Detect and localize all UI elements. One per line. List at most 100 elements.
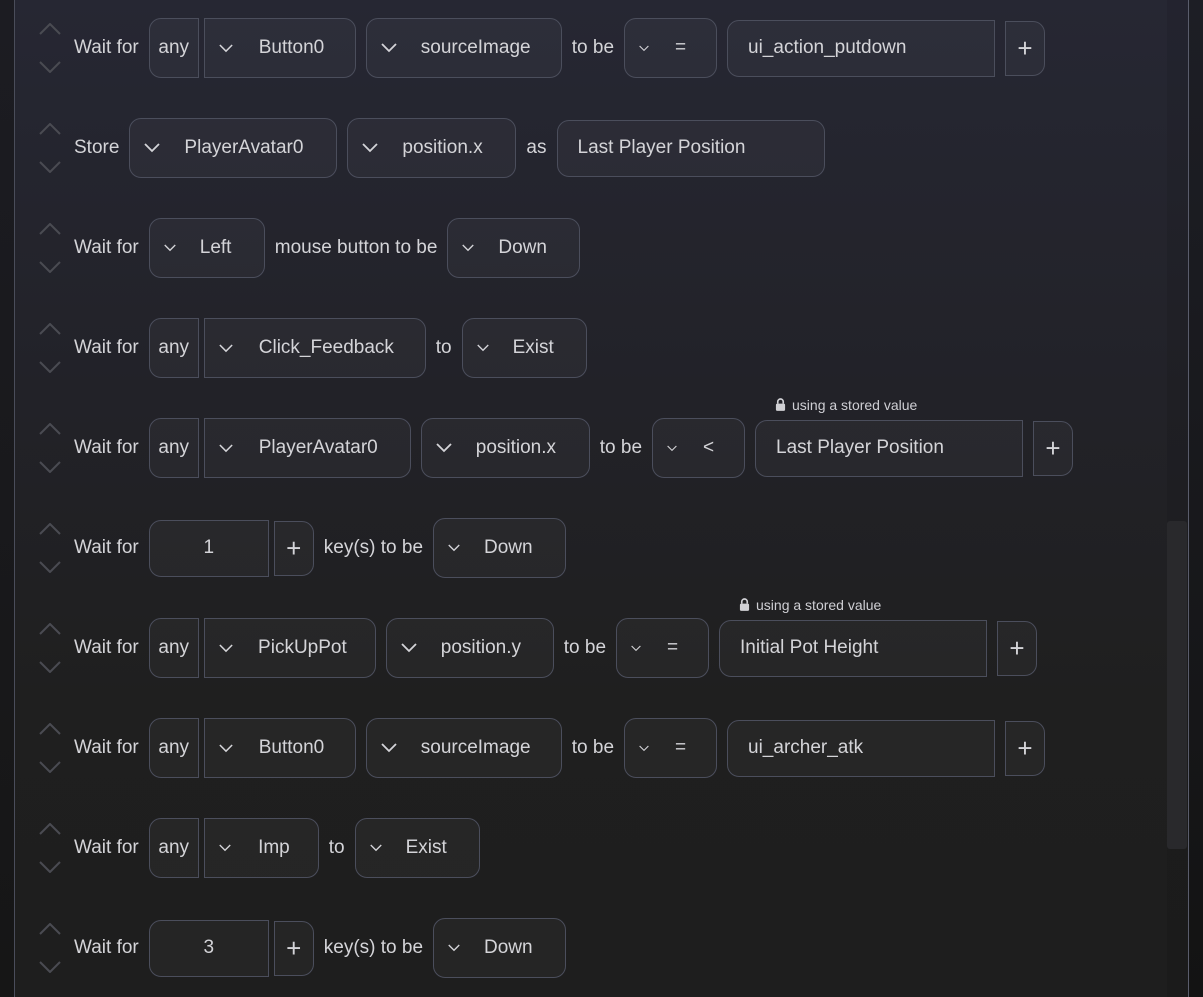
object-dropdown[interactable]: PlayerAvatar0 [129, 118, 338, 178]
reorder-handle[interactable] [38, 23, 62, 73]
chevron-up-icon[interactable] [39, 123, 61, 135]
chevron-down-icon [448, 544, 460, 552]
plus-icon: + [286, 932, 302, 963]
chevron-down-icon[interactable] [39, 661, 61, 673]
chevron-up-icon[interactable] [39, 623, 61, 635]
chevron-up-icon[interactable] [39, 823, 61, 835]
chevron-down-icon[interactable] [39, 961, 61, 973]
chevron-down-icon[interactable] [39, 861, 61, 873]
step-label: Wait for [74, 437, 139, 458]
object-dropdown[interactable]: PlayerAvatar0 [203, 418, 411, 478]
quantifier-field[interactable]: any [148, 818, 199, 878]
state-dropdown[interactable]: Down [447, 218, 581, 278]
chevron-up-icon[interactable] [39, 323, 61, 335]
property-dropdown[interactable]: position.x [420, 418, 590, 478]
chevron-down-icon [436, 443, 452, 453]
store-name-input[interactable]: Last Player Position [556, 119, 825, 177]
value-input[interactable]: ui_archer_atk [727, 719, 996, 777]
object-value: Imp [258, 837, 290, 858]
add-key-button[interactable]: + [273, 920, 314, 976]
value-input[interactable]: Initial Pot Height [719, 619, 988, 677]
chevron-down-icon[interactable] [39, 61, 61, 73]
reorder-handle[interactable] [38, 823, 62, 873]
chevron-down-icon [219, 44, 233, 53]
chevron-down-icon[interactable] [39, 361, 61, 373]
chevron-down-icon [219, 844, 231, 852]
step-label: Wait for [74, 37, 139, 58]
object-dropdown[interactable]: Imp [203, 818, 319, 878]
chevron-down-icon[interactable] [39, 261, 61, 273]
operator-dropdown[interactable]: < [652, 418, 746, 478]
state-value: Down [484, 537, 533, 558]
quantifier-field[interactable]: any [148, 718, 199, 778]
quantifier-field[interactable]: any [148, 18, 199, 78]
reorder-handle[interactable] [38, 623, 62, 673]
key-input[interactable]: 1 [148, 519, 269, 577]
reorder-handle[interactable] [38, 523, 62, 573]
operator-dropdown[interactable]: = [624, 718, 718, 778]
chevron-down-icon [219, 644, 233, 653]
chevron-down-icon[interactable] [39, 561, 61, 573]
step-label: Wait for [74, 637, 139, 658]
quantifier-field[interactable]: any [148, 618, 199, 678]
stored-value-note: using a stored value [739, 597, 881, 613]
state-dropdown[interactable]: Exist [461, 318, 587, 378]
connector-label: key(s) to be [323, 937, 424, 958]
add-value-button[interactable]: + [1005, 720, 1046, 776]
property-dropdown[interactable]: position.y [385, 618, 554, 678]
quantifier-field[interactable]: any [148, 318, 199, 378]
object-dropdown[interactable]: Button0 [203, 18, 356, 78]
chevron-down-icon[interactable] [39, 161, 61, 173]
object-dropdown[interactable]: Button0 [203, 718, 356, 778]
chevron-down-icon [448, 944, 460, 952]
scrollbar-thumb[interactable] [1167, 521, 1187, 849]
reorder-handle[interactable] [38, 223, 62, 273]
chevron-down-icon [144, 143, 160, 153]
chevron-up-icon[interactable] [39, 723, 61, 735]
state-dropdown[interactable]: Down [433, 518, 567, 578]
property-dropdown[interactable]: sourceImage [365, 18, 562, 78]
reorder-handle[interactable] [38, 723, 62, 773]
object-value: PlayerAvatar0 [184, 137, 304, 158]
reorder-handle[interactable] [38, 923, 62, 973]
right-gutter [1189, 0, 1203, 997]
object-dropdown[interactable]: Click_Feedback [203, 318, 426, 378]
chevron-up-icon[interactable] [39, 223, 61, 235]
chevron-down-icon [370, 844, 382, 852]
add-key-button[interactable]: + [273, 520, 314, 576]
chevron-down-icon [639, 45, 649, 52]
chevron-down-icon[interactable] [39, 761, 61, 773]
reorder-handle[interactable] [38, 423, 62, 473]
state-dropdown[interactable]: Exist [354, 818, 480, 878]
connector-label: to be [571, 737, 615, 758]
operator-dropdown[interactable]: = [624, 18, 718, 78]
chevron-up-icon[interactable] [39, 923, 61, 935]
key-input[interactable]: 3 [148, 919, 269, 977]
value-input[interactable]: ui_action_putdown [727, 19, 996, 77]
chevron-up-icon[interactable] [39, 523, 61, 535]
connector-label: mouse button to be [274, 237, 438, 258]
left-gutter [0, 0, 14, 997]
property-dropdown[interactable]: sourceImage [365, 718, 562, 778]
add-value-button[interactable]: + [1005, 20, 1046, 76]
reorder-handle[interactable] [38, 323, 62, 373]
value-input[interactable]: Last Player Position [755, 419, 1024, 477]
chevron-up-icon[interactable] [39, 423, 61, 435]
chevron-up-icon[interactable] [39, 23, 61, 35]
mouse-button-dropdown[interactable]: Left [148, 218, 265, 278]
object-dropdown[interactable]: PickUpPot [203, 618, 376, 678]
operator-dropdown[interactable]: = [616, 618, 710, 678]
quantifier-field[interactable]: any [148, 418, 199, 478]
add-value-button[interactable]: + [997, 620, 1038, 676]
state-value: Down [498, 237, 547, 258]
state-dropdown[interactable]: Down [433, 918, 567, 978]
reorder-handle[interactable] [38, 123, 62, 173]
connector-label: to [328, 837, 345, 858]
add-value-button[interactable]: + [1033, 420, 1074, 476]
lock-icon [739, 598, 750, 611]
object-value: Button0 [258, 37, 325, 58]
property-dropdown[interactable]: position.x [347, 118, 517, 178]
property-value: position.x [402, 137, 483, 158]
chevron-down-icon [219, 444, 233, 453]
chevron-down-icon[interactable] [39, 461, 61, 473]
